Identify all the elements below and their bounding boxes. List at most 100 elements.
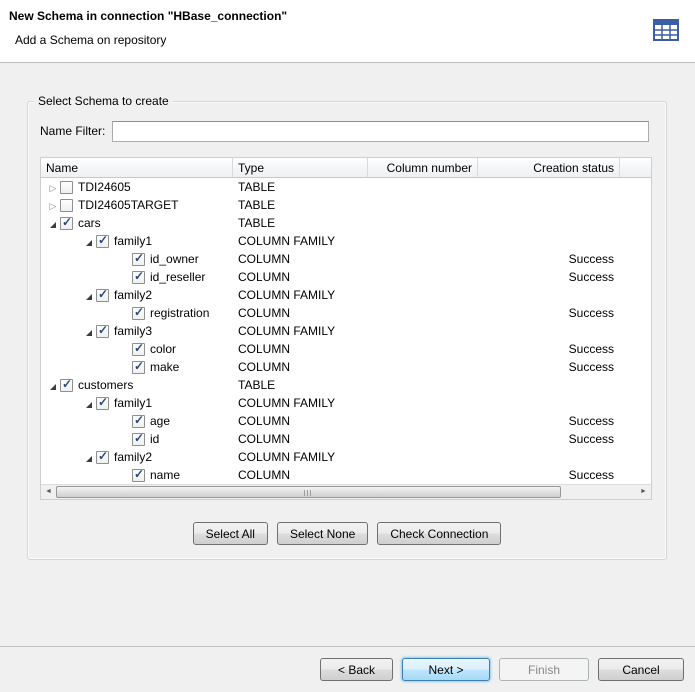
table-row[interactable]: family2 COLUMN FAMILY xyxy=(41,286,651,304)
table-row[interactable]: nameCOLUMNSuccess xyxy=(41,466,651,484)
collapse-icon[interactable] xyxy=(82,290,96,300)
cancel-button[interactable]: Cancel xyxy=(598,658,684,681)
row-filler xyxy=(620,214,651,232)
collapse-icon[interactable] xyxy=(82,398,96,408)
expand-icon[interactable] xyxy=(46,198,60,213)
table-row[interactable]: TDI24605TARGETTABLE xyxy=(41,196,651,214)
row-checkbox[interactable] xyxy=(96,235,109,248)
row-checkbox[interactable] xyxy=(60,217,73,230)
collapse-icon[interactable] xyxy=(82,452,96,462)
horizontal-scrollbar[interactable]: ◄ ► xyxy=(41,484,651,499)
row-checkbox[interactable] xyxy=(96,289,109,302)
row-name: customers xyxy=(78,378,133,392)
row-creation-status xyxy=(478,196,620,214)
row-column-number xyxy=(368,268,478,286)
row-checkbox[interactable] xyxy=(60,181,73,194)
table-row[interactable]: family1 COLUMN FAMILY xyxy=(41,232,651,250)
table-row[interactable]: colorCOLUMNSuccess xyxy=(41,340,651,358)
collapse-icon[interactable] xyxy=(46,218,60,228)
collapse-icon[interactable] xyxy=(82,326,96,336)
row-column-number xyxy=(368,232,478,250)
row-type: TABLE xyxy=(233,376,368,394)
column-header-type[interactable]: Type xyxy=(233,158,368,178)
table-row[interactable]: TDI24605TABLE xyxy=(41,178,651,196)
row-checkbox[interactable] xyxy=(60,379,73,392)
tree-indent xyxy=(41,457,82,458)
row-creation-status xyxy=(478,376,620,394)
row-column-number xyxy=(368,358,478,376)
scroll-left-icon[interactable]: ◄ xyxy=(41,485,56,499)
table-row[interactable]: customers TABLE xyxy=(41,376,651,394)
select-none-button[interactable]: Select None xyxy=(277,522,368,545)
back-button[interactable]: < Back xyxy=(320,658,393,681)
name-filter-input[interactable] xyxy=(112,121,649,142)
row-checkbox[interactable] xyxy=(132,469,145,482)
row-filler xyxy=(620,232,651,250)
table-row[interactable]: idCOLUMNSuccess xyxy=(41,430,651,448)
row-checkbox[interactable] xyxy=(132,307,145,320)
expand-icon[interactable] xyxy=(46,180,60,195)
finish-button[interactable]: Finish xyxy=(499,658,589,681)
collapse-icon[interactable] xyxy=(82,236,96,246)
row-name-cell: family3 xyxy=(41,322,233,340)
tree-indent xyxy=(41,403,82,404)
table-row[interactable]: id_resellerCOLUMNSuccess xyxy=(41,268,651,286)
row-type: COLUMN xyxy=(233,304,368,322)
row-type: COLUMN xyxy=(233,340,368,358)
tree-indent xyxy=(41,331,82,332)
row-checkbox[interactable] xyxy=(96,325,109,338)
row-type: COLUMN FAMILY xyxy=(233,232,368,250)
row-checkbox[interactable] xyxy=(96,451,109,464)
row-name: family2 xyxy=(114,288,152,302)
scroll-right-icon[interactable]: ► xyxy=(636,485,651,499)
row-name: color xyxy=(150,342,176,356)
row-name-cell: cars xyxy=(41,214,233,232)
schema-tree-table: Name Type Column number Creation status … xyxy=(40,157,652,500)
row-creation-status: Success xyxy=(478,358,620,376)
row-checkbox[interactable] xyxy=(132,415,145,428)
row-type: COLUMN FAMILY xyxy=(233,286,368,304)
row-name: make xyxy=(150,360,179,374)
scrollbar-thumb[interactable] xyxy=(56,486,561,498)
row-checkbox[interactable] xyxy=(132,361,145,374)
column-header-name[interactable]: Name xyxy=(41,158,233,178)
row-checkbox[interactable] xyxy=(132,271,145,284)
collapse-icon[interactable] xyxy=(46,380,60,390)
row-name-cell: TDI24605 xyxy=(41,178,233,196)
table-row[interactable]: registrationCOLUMNSuccess xyxy=(41,304,651,322)
table-row[interactable]: id_ownerCOLUMNSuccess xyxy=(41,250,651,268)
table-row[interactable]: family1COLUMN FAMILY xyxy=(41,394,651,412)
scrollbar-track[interactable] xyxy=(561,485,636,499)
row-name: family1 xyxy=(114,234,152,248)
page-title: New Schema in connection "HBase_connecti… xyxy=(9,9,287,23)
row-name: id_reseller xyxy=(150,270,205,284)
row-name-cell: family1 xyxy=(41,394,233,412)
row-filler xyxy=(620,196,651,214)
table-row[interactable]: ageCOLUMNSuccess xyxy=(41,412,651,430)
table-row[interactable]: makeCOLUMNSuccess xyxy=(41,358,651,376)
row-name: TDI24605TARGET xyxy=(78,198,178,212)
row-column-number xyxy=(368,340,478,358)
row-type: COLUMN xyxy=(233,250,368,268)
check-connection-button[interactable]: Check Connection xyxy=(377,522,501,545)
table-row[interactable]: family2COLUMN FAMILY xyxy=(41,448,651,466)
row-column-number xyxy=(368,430,478,448)
row-column-number xyxy=(368,412,478,430)
row-checkbox[interactable] xyxy=(96,397,109,410)
select-all-button[interactable]: Select All xyxy=(193,522,268,545)
column-header-column-number[interactable]: Column number xyxy=(368,158,478,178)
row-creation-status: Success xyxy=(478,412,620,430)
row-column-number xyxy=(368,376,478,394)
row-filler xyxy=(620,376,651,394)
row-checkbox[interactable] xyxy=(132,433,145,446)
row-type: COLUMN xyxy=(233,466,368,484)
table-row[interactable]: family3COLUMN FAMILY xyxy=(41,322,651,340)
row-name: TDI24605 xyxy=(78,180,131,194)
row-checkbox[interactable] xyxy=(132,253,145,266)
column-header-creation-status[interactable]: Creation status xyxy=(478,158,620,178)
row-checkbox[interactable] xyxy=(60,199,73,212)
table-row[interactable]: carsTABLE xyxy=(41,214,651,232)
next-button[interactable]: Next > xyxy=(402,658,490,681)
row-checkbox[interactable] xyxy=(132,343,145,356)
row-creation-status: Success xyxy=(478,430,620,448)
